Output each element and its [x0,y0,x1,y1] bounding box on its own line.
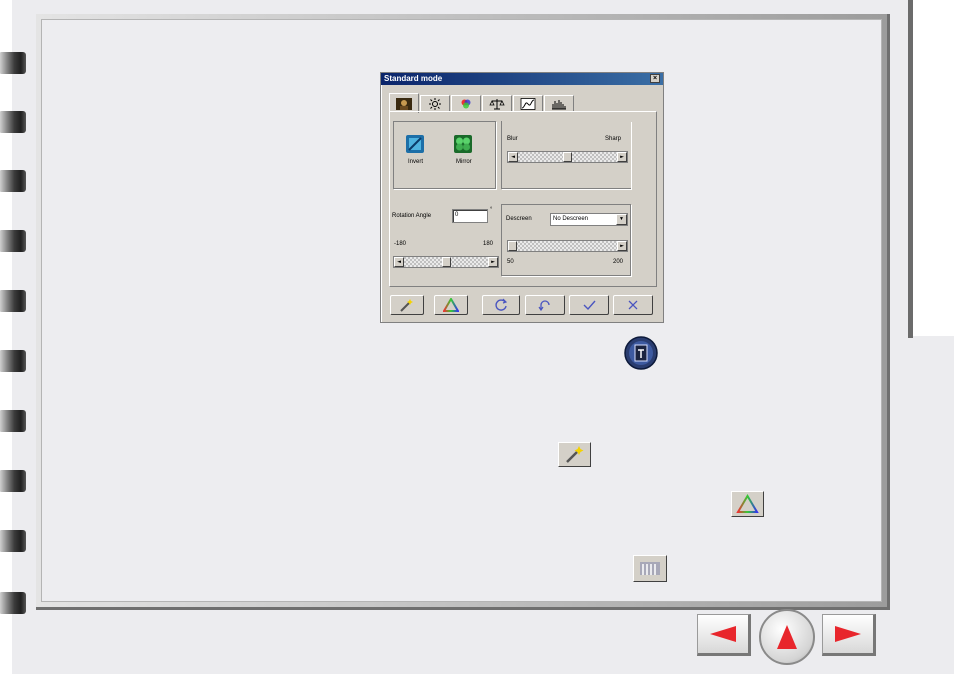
magic-wand-icon [566,446,584,463]
tab-curve[interactable] [513,95,543,112]
arrow-up-icon [777,625,797,649]
sharpness-left-arrow[interactable]: ◄ [508,152,518,162]
histogram-bars-icon [640,562,660,575]
tab-image[interactable] [389,93,419,113]
home-up-button[interactable] [759,609,815,665]
descreen-max-label: 200 [613,259,624,265]
binder-ring [0,350,26,372]
undo-button[interactable] [525,295,565,315]
scanner-app-icon-graphic [624,336,658,370]
magic-wand-icon [400,299,413,312]
tab-balance[interactable] [482,95,512,112]
color-triangle-button-image [731,491,764,517]
rotation-max-label: 180 [483,241,494,247]
histogram-button-image [633,555,667,582]
binder-ring [0,470,26,492]
close-icon [628,300,638,310]
rotation-left-arrow[interactable]: ◄ [394,257,404,267]
binder-ring [0,592,26,614]
reset-icon [495,298,508,311]
tab-brightness[interactable] [420,95,450,112]
close-button[interactable]: × [650,74,660,83]
sharp-label: Sharp [605,136,622,142]
chevron-down-icon[interactable]: ▼ [616,214,627,225]
binder-ring [0,230,26,252]
binder-ring [0,170,26,192]
dialog-titlebar[interactable]: Standard mode × [381,73,663,85]
ok-button[interactable] [569,295,609,315]
mirror-button[interactable] [453,134,473,154]
cancel-button[interactable] [613,295,653,315]
backdrop-notch [912,0,954,336]
descreen-slider[interactable]: ► [507,240,628,252]
curve-icon [520,98,536,110]
rotation-angle-label: Rotation Angle [392,213,432,219]
binder-ring [0,530,26,552]
binder-ring [0,111,26,133]
binder-ring [0,410,26,432]
arrow-right-icon [835,626,861,642]
standard-mode-dialog: Standard mode × Invert Mirror Blur Sharp… [380,72,664,323]
binder-ring [0,52,26,74]
invert-label: Invert [408,159,424,165]
descreen-right-arrow[interactable]: ► [617,241,627,251]
rotation-slider-thumb[interactable] [441,257,451,267]
sharpness-slider[interactable]: ◄ ► [507,151,628,163]
arrow-left-icon [710,626,736,642]
portrait-icon [396,97,412,110]
histogram-icon [552,100,566,110]
auto-adjust-button[interactable] [390,295,424,315]
checkmark-icon [583,300,596,311]
color-wheel-icon [461,99,471,109]
sharpness-right-arrow[interactable]: ► [617,152,627,162]
magic-wand-button-image [558,442,591,467]
invert-button[interactable] [405,134,425,154]
descreen-min-label: 50 [507,259,514,265]
tab-color[interactable] [451,95,481,112]
color-triangle-icon [736,494,759,513]
rotation-angle-input[interactable]: 0 [452,209,488,223]
undo-icon [538,300,550,312]
balance-scale-icon [489,99,505,110]
next-page-button[interactable] [822,614,876,656]
mirror-label: Mirror [456,159,472,165]
descreen-slider-thumb[interactable] [508,241,517,251]
tab-histogram[interactable] [544,95,574,112]
dialog-title: Standard mode [384,74,443,83]
reset-button[interactable] [482,295,520,315]
descreen-selected-value: No Descreen [553,216,589,222]
descreen-label: Descreen [506,216,532,222]
blur-label: Blur [507,136,518,142]
rotation-slider[interactable]: ◄ ► [393,256,499,268]
previous-page-button[interactable] [697,614,751,656]
binder-ring [0,290,26,312]
sun-icon [429,98,441,110]
rotation-min-label: -180 [394,241,407,247]
color-triangle-icon [443,298,459,312]
degree-unit: ° [490,207,493,213]
mirror-icon [454,135,472,153]
sharpness-slider-thumb[interactable] [563,152,572,162]
right-edge-bar [908,0,913,338]
scanner-app-icon [624,336,658,370]
rotation-right-arrow[interactable]: ► [488,257,498,267]
color-calibration-button[interactable] [434,295,468,315]
descreen-select[interactable]: No Descreen ▼ [550,213,628,226]
invert-icon [406,135,424,153]
transform-group [393,121,496,189]
